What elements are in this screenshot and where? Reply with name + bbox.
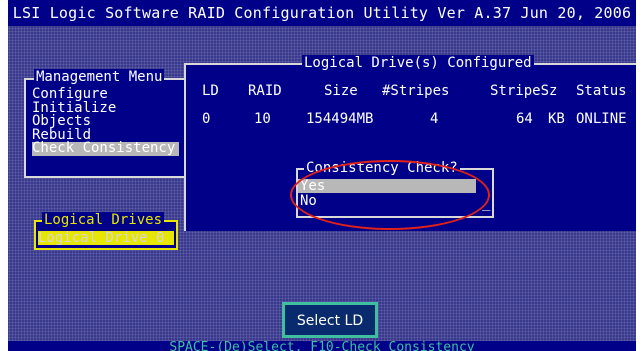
menu-item-check-consistency[interactable]: Check Consistency	[32, 141, 180, 156]
cell-raid: 10	[254, 111, 271, 127]
cell-size: 154494MB	[306, 111, 374, 127]
cell-stripes: 4	[430, 111, 439, 127]
raid-utility-screen: LSI Logic Software RAID Configuration Ut…	[8, 0, 636, 351]
management-menu-title: Management Menu	[34, 69, 165, 85]
logical-drives-title: Logical Drives	[42, 212, 165, 228]
cell-stripesz: 64	[516, 111, 533, 127]
column-header-ld: LD	[202, 83, 219, 99]
column-header-status: Status	[576, 83, 627, 99]
cell-status: ONLINE	[576, 111, 627, 127]
column-header-raid: RAID	[248, 83, 282, 99]
column-header-stripes: #Stripes	[382, 83, 450, 99]
column-header-size: Size	[324, 83, 358, 99]
status-bar: SPACE-(De)Select, F10-Check Consistency	[8, 341, 636, 351]
cell-stripesz-unit: KB	[548, 111, 565, 127]
logical-drives-configured-title: Logical Drive(s) Configured	[302, 55, 534, 71]
select-ld-button[interactable]: Select LD	[282, 302, 378, 338]
management-menu: Management Menu Configure Initialize Obj…	[24, 69, 192, 178]
select-ld-label: Select LD	[296, 313, 364, 329]
logical-drives-list: Logical Drives Logical Drive 0	[34, 212, 178, 250]
highlight-ellipse	[290, 160, 490, 230]
column-header-stripesz: StripeSz	[490, 83, 558, 99]
cell-ld: 0	[202, 111, 211, 127]
logical-drive-0-item[interactable]: Logical Drive 0	[38, 231, 174, 245]
title-bar: LSI Logic Software RAID Configuration Ut…	[8, 0, 636, 26]
